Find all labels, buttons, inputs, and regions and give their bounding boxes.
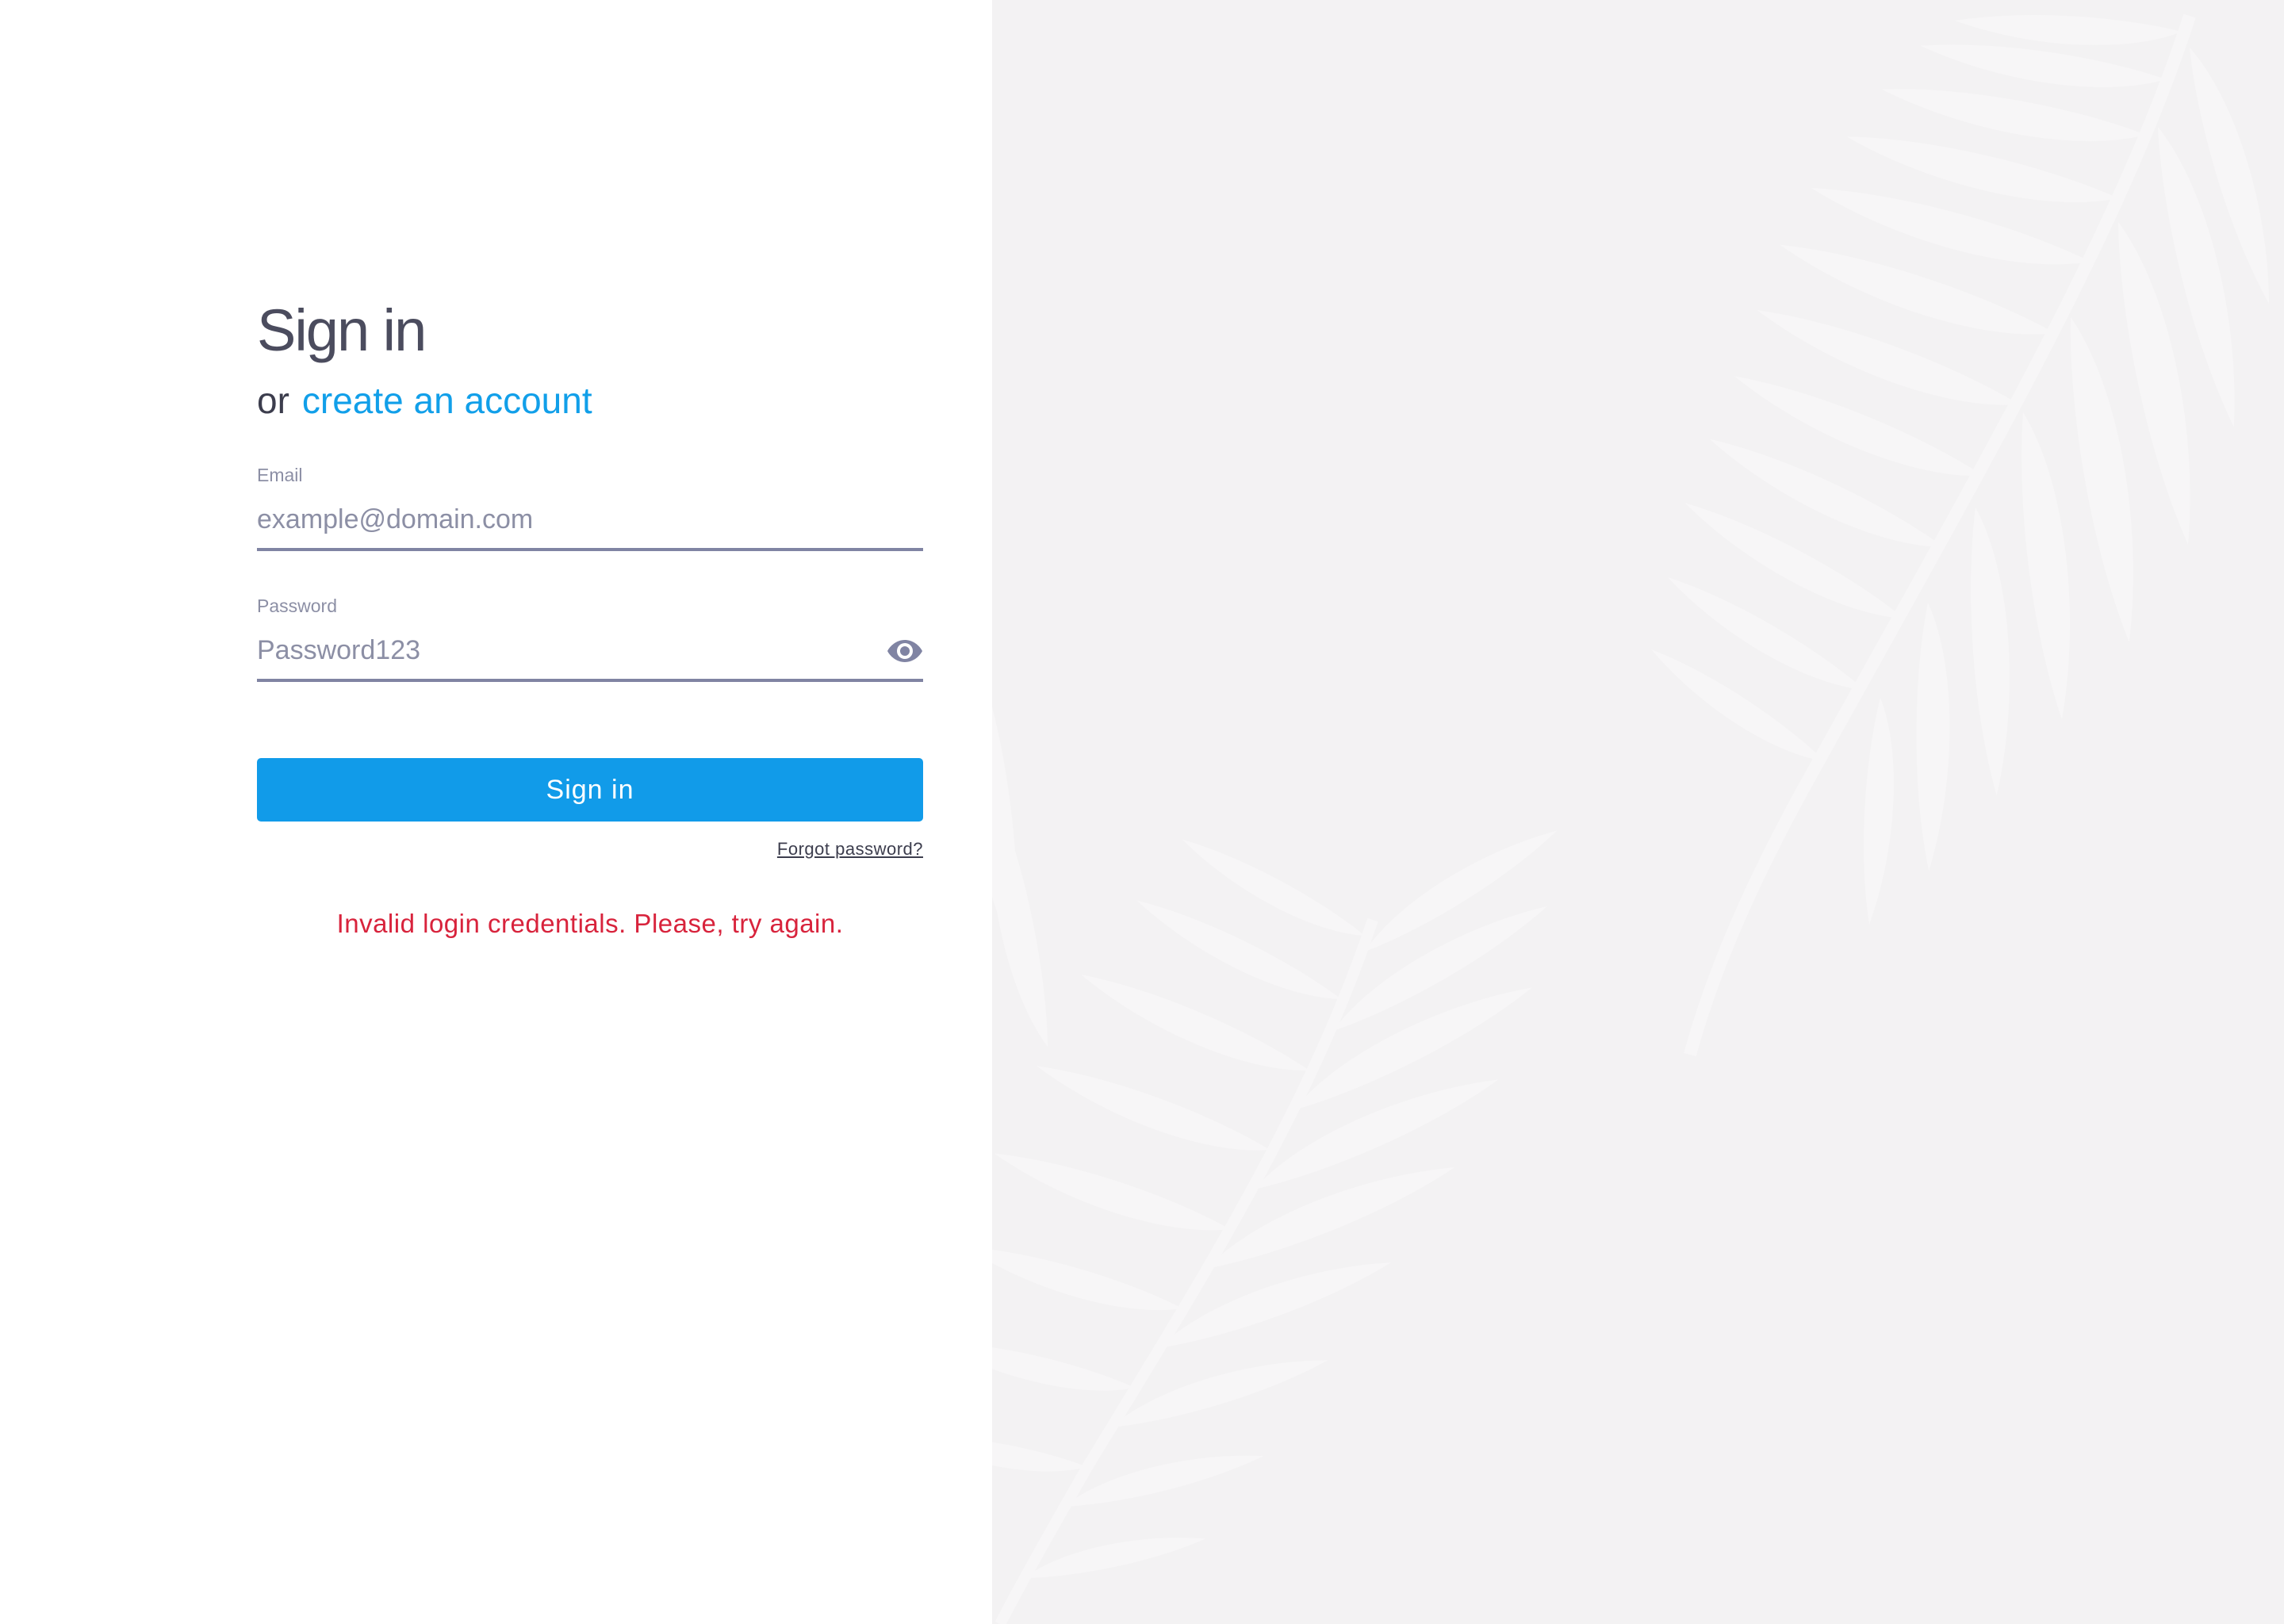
password-label: Password (257, 596, 337, 616)
create-account-link[interactable]: create an account (302, 380, 592, 421)
error-message: Invalid login credentials. Please, try a… (336, 909, 844, 938)
signin-subtitle: or create an account (257, 382, 923, 419)
background-panel (992, 0, 2284, 1624)
email-label: Email (257, 465, 303, 485)
forgot-password-link[interactable]: Forgot password? (777, 839, 923, 859)
password-field-group: Password (257, 597, 923, 682)
palm-leaf-decoration (992, 6, 2284, 1624)
signin-page: Sign in or create an account Email Passwo… (0, 0, 2284, 1624)
forgot-row: Forgot password? (257, 839, 923, 860)
email-field[interactable] (257, 504, 923, 551)
signin-panel: Sign in or create an account Email Passwo… (0, 0, 992, 1624)
signin-button[interactable]: Sign in (257, 758, 923, 822)
or-text: or (257, 380, 289, 421)
page-title: Sign in (257, 297, 427, 363)
password-field[interactable] (257, 634, 923, 682)
email-field-group: Email (257, 466, 923, 551)
eye-icon[interactable] (887, 637, 923, 665)
signin-form: Sign in or create an account Email Passwo… (257, 301, 923, 939)
